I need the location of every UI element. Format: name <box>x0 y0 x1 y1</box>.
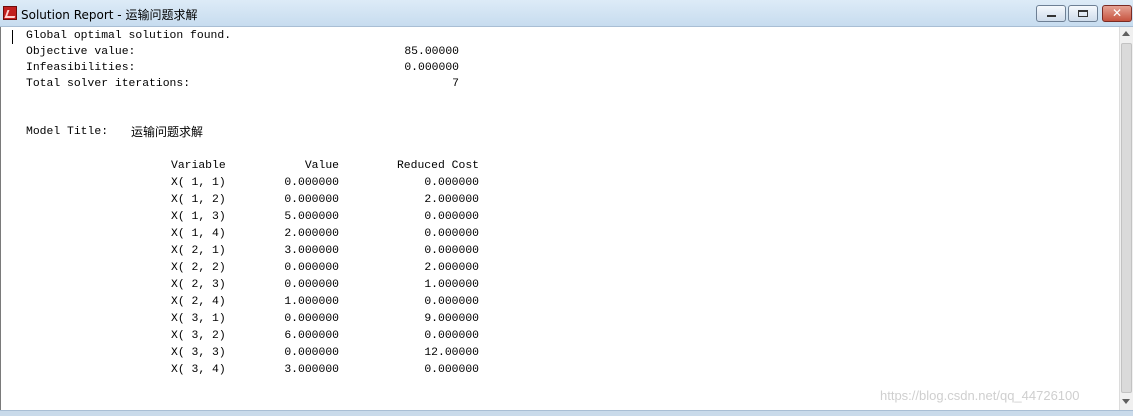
cell-reduced-cost: 2.000000 <box>424 194 479 206</box>
window-bottom-border <box>0 410 1133 416</box>
infeasibilities-label: Infeasibilities: <box>26 62 136 74</box>
scroll-thumb[interactable] <box>1121 43 1132 393</box>
cell-variable: X( 1, 1) <box>171 177 226 189</box>
cell-value: 0.000000 <box>284 194 339 206</box>
cell-variable: X( 2, 1) <box>171 245 226 257</box>
infeasibilities-value: 0.000000 <box>404 62 459 74</box>
maximize-button[interactable] <box>1068 5 1098 22</box>
cell-value: 2.000000 <box>284 228 339 240</box>
cell-value: 6.000000 <box>284 330 339 342</box>
cell-value: 5.000000 <box>284 211 339 223</box>
maximize-icon <box>1078 10 1088 17</box>
cell-reduced-cost: 2.000000 <box>424 262 479 274</box>
title-bar[interactable]: Solution Report - 运输问题求解 ✕ <box>0 0 1133 27</box>
cell-reduced-cost: 0.000000 <box>424 364 479 376</box>
watermark: https://blog.csdn.net/qq_44726100 <box>880 388 1080 403</box>
column-header-reduced-cost: Reduced Cost <box>396 160 479 172</box>
cell-variable: X( 1, 3) <box>171 211 226 223</box>
model-title-value: 运输问题求解 <box>131 125 204 139</box>
cell-reduced-cost: 12.00000 <box>424 347 479 359</box>
report-text-area[interactable]: Global optimal solution found. Objective… <box>0 27 1119 410</box>
close-icon: ✕ <box>1111 6 1123 20</box>
objective-label: Objective value: <box>26 46 136 58</box>
column-header-value: Value <box>304 160 339 172</box>
cell-reduced-cost: 0.000000 <box>424 228 479 240</box>
cell-variable: X( 2, 3) <box>171 279 226 291</box>
cell-reduced-cost: 0.000000 <box>424 177 479 189</box>
cell-value: 0.000000 <box>284 262 339 274</box>
objective-value: 85.00000 <box>404 46 459 58</box>
minimize-button[interactable] <box>1036 5 1066 22</box>
cell-value: 3.000000 <box>284 245 339 257</box>
cell-reduced-cost: 0.000000 <box>424 211 479 223</box>
solution-status: Global optimal solution found. <box>26 30 232 42</box>
cell-reduced-cost: 0.000000 <box>424 296 479 308</box>
window-title: Solution Report - 运输问题求解 <box>21 8 198 22</box>
cell-value: 3.000000 <box>284 364 339 376</box>
cell-variable: X( 3, 3) <box>171 347 226 359</box>
vertical-scrollbar[interactable] <box>1119 27 1133 410</box>
app-icon[interactable] <box>3 6 17 20</box>
cell-variable: X( 1, 2) <box>171 194 226 206</box>
minimize-icon <box>1047 15 1056 17</box>
cell-value: 1.000000 <box>284 296 339 308</box>
cell-value: 0.000000 <box>284 347 339 359</box>
cell-variable: X( 3, 4) <box>171 364 226 376</box>
iterations-label: Total solver iterations: <box>26 78 191 90</box>
scroll-up-arrow-icon[interactable] <box>1122 31 1130 36</box>
iterations-value: 7 <box>452 78 459 90</box>
cell-value: 0.000000 <box>284 279 339 291</box>
model-title-label: Model Title: <box>26 126 109 138</box>
cell-variable: X( 2, 4) <box>171 296 226 308</box>
cell-variable: X( 3, 2) <box>171 330 226 342</box>
cell-reduced-cost: 0.000000 <box>424 245 479 257</box>
close-button[interactable]: ✕ <box>1102 5 1132 22</box>
column-header-variable: Variable <box>171 160 226 172</box>
cell-value: 0.000000 <box>284 313 339 325</box>
cell-reduced-cost: 9.000000 <box>424 313 479 325</box>
cell-reduced-cost: 0.000000 <box>424 330 479 342</box>
scroll-down-arrow-icon[interactable] <box>1122 399 1130 404</box>
cell-variable: X( 2, 2) <box>171 262 226 274</box>
cell-variable: X( 1, 4) <box>171 228 226 240</box>
cell-value: 0.000000 <box>284 177 339 189</box>
text-caret <box>12 30 13 44</box>
cell-variable: X( 3, 1) <box>171 313 226 325</box>
cell-reduced-cost: 1.000000 <box>424 279 479 291</box>
